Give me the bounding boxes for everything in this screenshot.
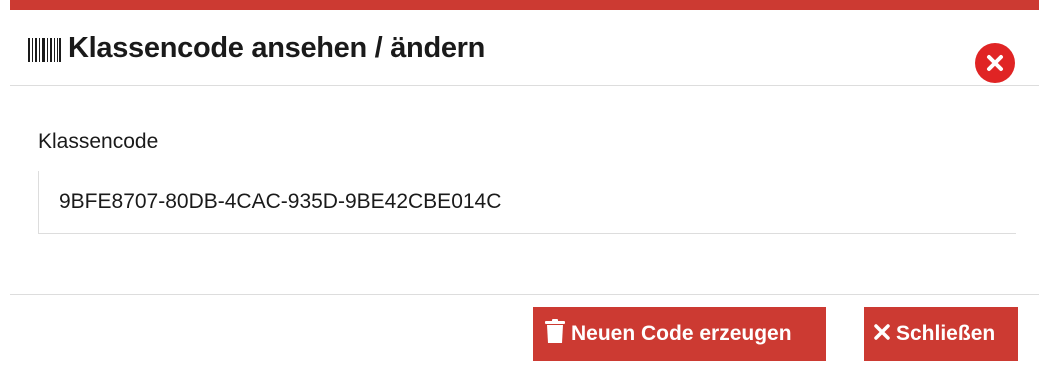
barcode-icon [28,38,61,62]
new-code-button-label: Neuen Code erzeugen [571,322,792,345]
close-circle-icon[interactable] [975,43,1015,83]
trash-icon [545,319,565,349]
new-code-button[interactable]: Neuen Code erzeugen [533,307,826,361]
close-button-label: Schließen [896,322,996,345]
close-button[interactable]: Schließen [864,307,1018,361]
class-code-dialog: Klassencode ansehen / ändern Klassencode… [0,0,1039,370]
dialog-title: Klassencode ansehen / ändern [68,32,486,64]
times-icon [874,322,890,346]
code-field-label: Klassencode [38,130,159,153]
class-code-input[interactable] [38,171,1016,234]
dialog-accent-bar [10,0,1039,10]
